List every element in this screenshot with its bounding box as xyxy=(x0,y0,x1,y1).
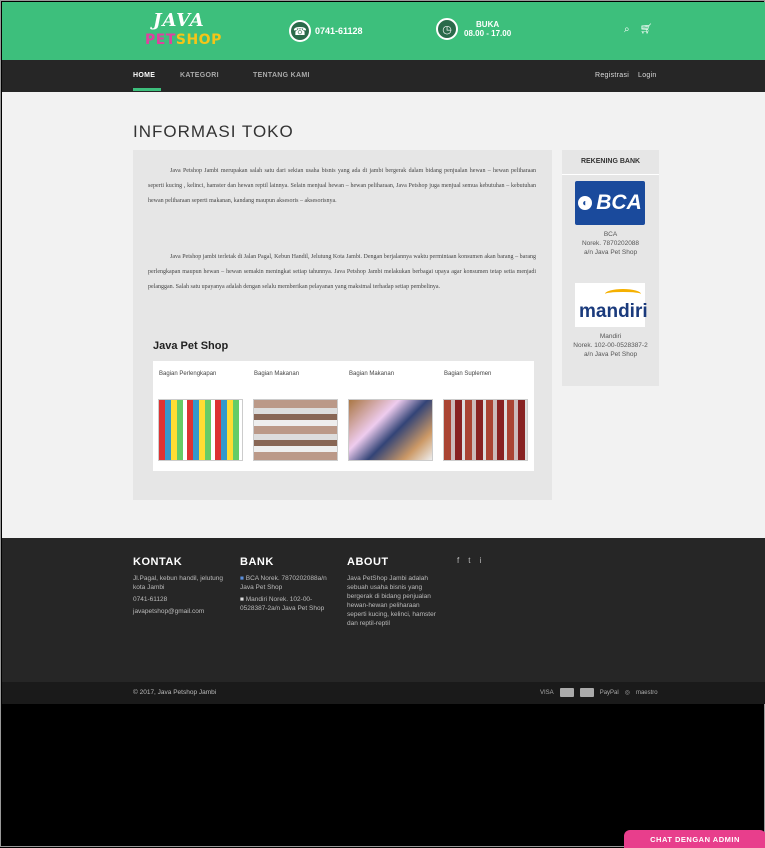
nav-kategori[interactable]: KATEGORI xyxy=(180,72,219,79)
bca-name: BCA xyxy=(603,231,618,238)
bca-logo-text: BCA xyxy=(596,191,642,214)
nav-register[interactable]: Registrasi xyxy=(595,72,629,79)
phone-contact: ☎ 0741-61128 xyxy=(289,20,363,42)
cart-icon[interactable]: 🛒︎ xyxy=(640,24,653,35)
mandiri-logo-text: mandiri xyxy=(579,301,648,322)
page-frame: JAVA PETSHOP ☎ 0741-61128 ◷ BUKA 08.00 -… xyxy=(0,0,765,848)
logo-line1: JAVA xyxy=(153,10,205,31)
gallery-item[interactable]: Bagian Makanan xyxy=(248,361,343,471)
maestro-icon: ◎ xyxy=(624,690,630,696)
footer-kontak: KONTAK Jl.Pagal, kebun handil, jelutung … xyxy=(133,556,228,619)
store-description-2: Java Petshop jambi terletak di Jalan Pag… xyxy=(148,254,536,290)
footer-about-text: Java PetShop Jambi adalah sebuah usaha b… xyxy=(347,575,436,627)
top-header: JAVA PETSHOP ☎ 0741-61128 ◷ BUKA 08.00 -… xyxy=(2,2,765,60)
facebook-icon[interactable]: f xyxy=(457,556,459,565)
logo-shop: SHOP xyxy=(175,32,222,48)
paypal-icon: PayPal xyxy=(599,689,619,696)
maestro-label: maestro xyxy=(635,689,658,696)
footer-mandiri-text: Mandiri Norek. 102-00-0528387-2a/n Java … xyxy=(240,596,325,612)
phone-icon: ☎ xyxy=(289,20,311,42)
shop-gallery: Bagian Perlengkapan Bagian Makanan Bagia… xyxy=(153,361,534,471)
chat-admin-button[interactable]: CHAT DENGAN ADMIN xyxy=(624,830,765,848)
gallery-item[interactable]: Bagian Perlengkapan xyxy=(153,361,248,471)
bca-account-info: BCA Norek. 7870202088 a/n Java Pet Shop xyxy=(562,230,659,257)
mandiri-number: Norek. 102-00-0528387-2 xyxy=(573,342,648,349)
gallery-item[interactable]: Bagian Suplemen xyxy=(438,361,533,471)
mandiri-account-info: Mandiri Norek. 102-00-0528387-2 a/n Java… xyxy=(562,332,659,359)
footer-bank: BANK ■ BCA Norek. 7870202088a/n Java Pet… xyxy=(240,556,338,616)
logo-pet: PET xyxy=(145,32,176,48)
footer-phone: 0741-61128 xyxy=(133,596,168,603)
mandiri-holder: a/n Java Pet Shop xyxy=(583,351,638,358)
mandiri-name: Mandiri xyxy=(599,333,622,340)
visa-icon: VISA xyxy=(540,689,554,696)
nav-tentang-kami[interactable]: TENTANG KAMI xyxy=(253,72,310,79)
search-icon[interactable]: ⌕ xyxy=(624,24,630,35)
twitter-icon[interactable]: t xyxy=(468,556,470,565)
gallery-caption: Bagian Suplemen xyxy=(444,371,492,377)
footer-bank-bca: ■ BCA Norek. 7870202088a/n Java Pet Shop xyxy=(240,574,338,592)
logo-line2: PETSHOP xyxy=(145,32,222,48)
mandiri-logo: mandiri xyxy=(575,283,648,327)
footer-address: Jl.Pagal, kebun handil, jelutung kota Ja… xyxy=(133,575,223,591)
copyright-bar: © 2017, Java Petshop Jambi VISA PayPal ◎… xyxy=(2,682,765,704)
hours-label: BUKA xyxy=(476,20,500,29)
bca-mark-icon: ◐ xyxy=(578,196,593,210)
mastercard-icon xyxy=(559,688,574,697)
footer-bank-title: BANK xyxy=(240,556,274,568)
main-content: INFORMASI TOKO Java Petshop Jambi merupa… xyxy=(2,92,765,538)
store-description-1: Java Petshop Jambi merupakan salah satu … xyxy=(148,168,536,204)
footer-about: ABOUT Java PetShop Jambi adalah sebuah u… xyxy=(347,556,439,631)
copyright-text: © 2017, Java Petshop Jambi xyxy=(133,689,217,696)
footer-bank-mandiri: ■ Mandiri Norek. 102-00-0528387-2a/n Jav… xyxy=(240,595,338,613)
gallery-caption: Bagian Makanan xyxy=(254,371,300,377)
clock-icon: ◷ xyxy=(436,18,458,40)
gallery-image[interactable] xyxy=(348,399,433,461)
gallery-caption: Bagian Perlengkapan xyxy=(159,371,217,377)
instagram-icon[interactable]: i xyxy=(479,556,481,565)
page-title: INFORMASI TOKO xyxy=(133,122,294,141)
gallery-image[interactable] xyxy=(253,399,338,461)
phone-number: 0741-61128 xyxy=(315,26,363,36)
mandiri-wave-icon xyxy=(605,289,641,299)
social-links: f t i xyxy=(457,556,481,565)
opening-hours: ◷ BUKA 08.00 - 17.00 xyxy=(436,18,511,40)
bank-heading: REKENING BANK xyxy=(580,158,641,165)
bca-number: Norek. 7870202088 xyxy=(581,240,640,247)
bca-holder: a/n Java Pet Shop xyxy=(583,249,638,256)
main-nav: HOME KATEGORI TENTANG KAMI Registrasi Lo… xyxy=(2,60,765,92)
hours-value: 08.00 - 17.00 xyxy=(464,29,512,38)
bca-logo: ◐ BCA xyxy=(575,181,645,225)
gallery-item[interactable]: Bagian Makanan xyxy=(343,361,438,471)
site-logo[interactable]: JAVA PETSHOP xyxy=(145,10,240,52)
footer-kontak-title: KONTAK xyxy=(133,556,183,568)
shop-title: Java Pet Shop xyxy=(153,340,229,352)
gallery-image[interactable] xyxy=(158,399,243,461)
site-footer: KONTAK Jl.Pagal, kebun handil, jelutung … xyxy=(2,538,765,682)
nav-home[interactable]: HOME xyxy=(133,72,155,79)
gallery-image[interactable] xyxy=(443,399,528,461)
footer-bca-text: BCA Norek. 7870202088a/n Java Pet Shop xyxy=(240,575,327,591)
store-info-panel: Java Petshop Jambi merupakan salah satu … xyxy=(133,150,552,500)
divider xyxy=(562,174,659,175)
gallery-caption: Bagian Makanan xyxy=(349,371,395,377)
nav-active-indicator xyxy=(133,88,161,91)
bank-accounts-panel: REKENING BANK ◐ BCA BCA Norek. 787020208… xyxy=(562,150,659,386)
header-actions: ⌕ 🛒︎ xyxy=(624,24,652,35)
footer-email[interactable]: javapetshop@gmail.com xyxy=(133,607,228,616)
footer-about-title: ABOUT xyxy=(347,556,389,568)
hours-text: BUKA 08.00 - 17.00 xyxy=(464,20,511,38)
card-icon xyxy=(579,688,594,697)
payment-methods: VISA PayPal ◎ maestro xyxy=(540,688,658,697)
nav-login[interactable]: Login xyxy=(638,72,657,79)
